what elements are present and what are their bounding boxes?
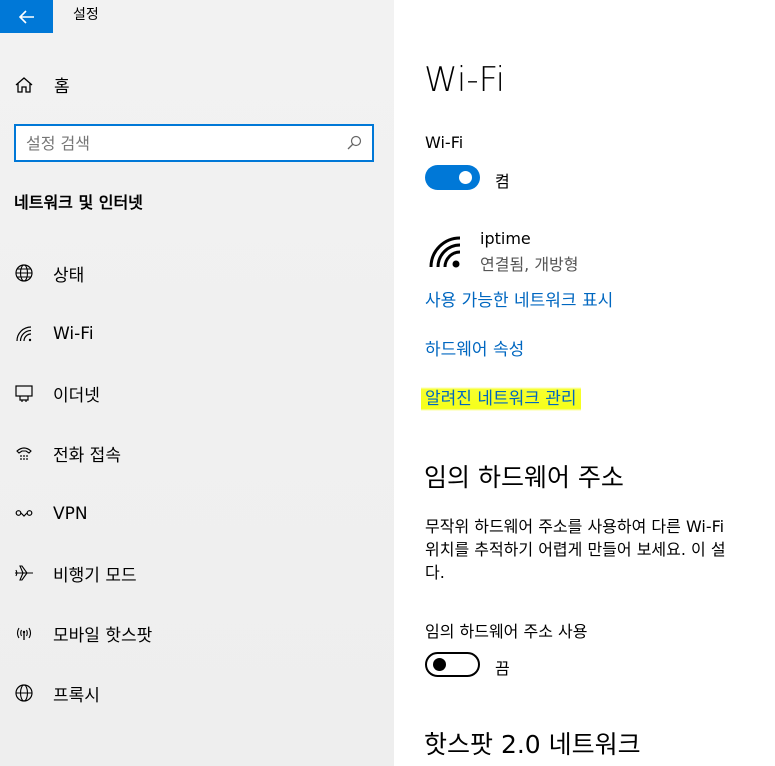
toggle-knob — [459, 171, 472, 184]
globe-status-icon — [14, 263, 34, 283]
description-line: 다. — [425, 563, 445, 582]
sidebar-item-dialup[interactable]: 전화 접속 — [14, 438, 121, 468]
wifi-icon — [14, 324, 34, 344]
search-box[interactable] — [14, 124, 374, 162]
hardware-properties-link[interactable]: 하드웨어 속성 — [425, 335, 524, 360]
wifi-signal-icon[interactable] — [428, 233, 464, 269]
sidebar: 설정 홈 네트워크 및 인터넷 상태 — [0, 0, 394, 766]
random-hw-toggle-state: 끔 — [495, 659, 510, 678]
hardware-properties-link-text: 하드웨어 속성 — [425, 340, 525, 360]
random-hw-heading: 임의 하드웨어 주소 — [424, 463, 624, 492]
wifi-toggle-state: 켬 — [495, 172, 510, 191]
toggle-knob — [433, 658, 446, 671]
hotspot-heading: 핫스팟 2.0 네트워크 — [424, 730, 641, 759]
network-status: 연결됨, 개방형 — [480, 255, 579, 274]
sidebar-item-label: 상태 — [53, 265, 85, 286]
sidebar-item-hotspot[interactable]: 모바일 핫스팟 — [14, 618, 152, 648]
random-hw-toggle[interactable] — [425, 652, 480, 677]
description-line: 위치를 추적하기 어렵게 만들어 보세요. 이 설 — [425, 540, 726, 559]
show-available-networks-link[interactable]: 사용 가능한 네트워크 표시 — [425, 286, 613, 311]
wifi-toggle[interactable] — [425, 165, 480, 190]
sidebar-item-label: 모바일 핫스팟 — [53, 625, 153, 646]
sidebar-item-airplane[interactable]: 비행기 모드 — [14, 558, 137, 588]
sidebar-item-label: 전화 접속 — [53, 445, 121, 466]
sidebar-item-label: 프록시 — [53, 685, 100, 706]
back-arrow-icon — [18, 9, 34, 24]
manage-known-networks-text: 알려진 네트워크 관리 — [421, 387, 581, 411]
dialup-icon — [14, 443, 34, 463]
sidebar-item-status[interactable]: 상태 — [14, 258, 84, 288]
back-button[interactable] — [0, 0, 53, 33]
network-name[interactable]: iptime — [480, 229, 531, 248]
section-title: 네트워크 및 인터넷 — [14, 193, 143, 212]
search-icon[interactable] — [346, 135, 362, 151]
airplane-icon — [14, 563, 34, 583]
sidebar-item-vpn[interactable]: VPN — [14, 499, 88, 529]
app-title: 설정 — [73, 7, 99, 23]
vpn-icon — [14, 504, 34, 524]
wifi-toggle-label: Wi-Fi — [425, 133, 464, 152]
sidebar-item-label: Wi-Fi — [53, 324, 94, 344]
proxy-globe-icon — [14, 683, 34, 703]
sidebar-item-label: VPN — [53, 504, 88, 524]
page-title: Wi-Fi — [424, 60, 506, 100]
sidebar-item-proxy[interactable]: 프록시 — [14, 678, 100, 708]
description-line: 무작위 하드웨어 주소를 사용하여 다른 Wi-Fi — [425, 517, 725, 536]
home-nav-item[interactable]: 홈 — [14, 72, 70, 97]
random-hw-toggle-label: 임의 하드웨어 주소 사용 — [425, 622, 588, 641]
home-label: 홈 — [54, 77, 70, 97]
sidebar-item-wifi[interactable]: Wi-Fi — [14, 319, 94, 349]
random-hw-description: 무작위 하드웨어 주소를 사용하여 다른 Wi-Fi 위치를 추적하기 어렵게 … — [425, 515, 775, 584]
ethernet-icon — [14, 383, 34, 403]
sidebar-item-label: 비행기 모드 — [53, 565, 137, 586]
hotspot-icon — [14, 623, 34, 643]
main-content: Wi-Fi Wi-Fi 켬 iptime 연결됨, 개방형 사용 가능한 네트워… — [394, 0, 775, 766]
sidebar-item-ethernet[interactable]: 이더넷 — [14, 378, 100, 408]
home-icon — [15, 76, 33, 93]
sidebar-item-label: 이더넷 — [53, 385, 100, 406]
manage-known-networks-link[interactable]: 알려진 네트워크 관리 — [421, 384, 581, 411]
search-input[interactable] — [26, 130, 326, 156]
